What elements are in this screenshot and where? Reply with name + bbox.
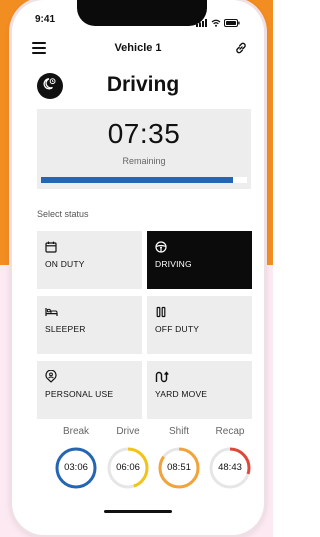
timer-value: 07:35 (107, 118, 181, 149)
counter-drive: Drive 06:06 (104, 426, 152, 489)
counter-recap-name: Recap (215, 426, 245, 437)
status-sleeper-label: SLEEPER (45, 324, 86, 334)
counter-recap-value: 48:43 (218, 462, 242, 473)
steering-wheel-icon (155, 240, 167, 253)
status-yard-move-label: YARD MOVE (155, 389, 208, 399)
phone-frame: 9:41 Vehicle 1 Driving 07:35 Remaining S… (12, 0, 264, 535)
status-sleeper[interactable]: SLEEPER (37, 296, 142, 354)
counter-drive-name: Drive (116, 426, 140, 437)
counter-drive-value: 06:06 (116, 462, 140, 473)
status-off-duty-label: OFF DUTY (155, 324, 200, 334)
status-driving-label: DRIVING (155, 259, 192, 269)
link-icon[interactable] (234, 41, 248, 55)
status-off-duty[interactable]: OFF DUTY (147, 296, 252, 354)
top-bar: Vehicle 1 (12, 36, 264, 60)
status-driving[interactable]: DRIVING (147, 231, 252, 289)
counter-recap: Recap 48:43 (206, 426, 254, 489)
counter-shift: Shift 08:51 (155, 426, 203, 489)
status-icons (196, 14, 240, 32)
person-pin-icon (45, 369, 57, 383)
route-icon (155, 370, 169, 383)
signal-icon (196, 14, 208, 32)
timer-card: 07:35 Remaining (37, 109, 251, 189)
counter-break-name: Break (62, 426, 90, 437)
vehicle-title: Vehicle 1 (114, 42, 162, 54)
time-progress-bar (41, 177, 247, 183)
status-personal-use-label: PERSONAL USE (45, 389, 114, 399)
battery-icon (224, 14, 240, 32)
calendar-icon (45, 240, 57, 253)
pause-icon (155, 305, 167, 318)
counter-break-value: 03:06 (64, 462, 88, 473)
page-title: Driving (106, 73, 180, 96)
status-yard-move[interactable]: YARD MOVE (147, 361, 252, 419)
time-progress-fill (41, 177, 233, 183)
counter-break: Break 03:06 (52, 426, 100, 489)
status-personal-use[interactable]: PERSONAL USE (37, 361, 142, 419)
status-time: 9:41 (35, 14, 56, 25)
status-on-duty[interactable]: ON DUTY (37, 231, 142, 289)
timer-sub-label: Remaining (122, 156, 166, 166)
counter-shift-value: 08:51 (167, 462, 191, 473)
wifi-icon (211, 14, 221, 32)
phone-notch (77, 0, 207, 26)
select-status-label: Select status (37, 209, 89, 219)
status-on-duty-label: ON DUTY (45, 259, 85, 269)
bed-icon (45, 305, 58, 317)
counter-shift-name: Shift (168, 426, 189, 437)
home-indicator[interactable] (104, 510, 172, 513)
